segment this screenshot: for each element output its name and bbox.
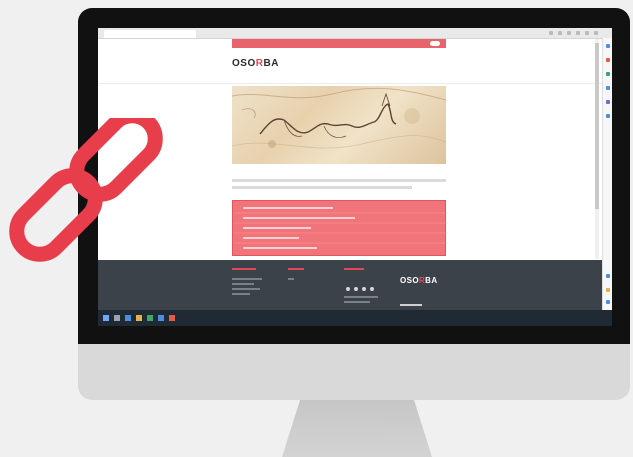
text-line: [232, 179, 446, 182]
footer-logo-text: OSO: [400, 276, 419, 285]
antique-map-illustration: [232, 87, 446, 149]
extension-icon[interactable]: [567, 31, 571, 35]
site-header: OSORBA: [218, 50, 458, 78]
browser-icon[interactable]: [169, 315, 175, 321]
instagram-icon[interactable]: [362, 287, 366, 291]
footer-text: [232, 283, 254, 285]
hero-map-image: [232, 86, 446, 164]
link-text-bar: [243, 217, 355, 219]
chain-link-upper: [69, 118, 163, 202]
side-tool-icon[interactable]: [606, 114, 610, 118]
footer-text: [232, 288, 260, 290]
link-text-bar: [243, 227, 311, 229]
text-line: [232, 186, 412, 189]
footer-logo-underline: [400, 304, 422, 306]
footer-heading-bar: [288, 268, 304, 270]
file-explorer-icon[interactable]: [136, 315, 142, 321]
footer-text: [344, 296, 378, 298]
article-body: [232, 179, 446, 193]
side-tool-icon[interactable]: [606, 300, 610, 304]
side-tool-icon[interactable]: [606, 100, 610, 104]
stage: OSORBA OSORBA: [0, 0, 633, 457]
facebook-icon[interactable]: [346, 287, 350, 291]
youtube-icon[interactable]: [370, 287, 374, 291]
related-links-box: [232, 200, 447, 256]
side-tool-icon[interactable]: [606, 58, 610, 62]
chain-links: [9, 118, 163, 262]
monitor-chin: [78, 344, 630, 400]
app-icon[interactable]: [147, 315, 153, 321]
browser-tab[interactable]: [104, 30, 196, 38]
footer-heading-bar: [232, 268, 256, 270]
header-divider: [98, 83, 612, 84]
task-view-icon[interactable]: [125, 315, 131, 321]
menu-icon[interactable]: [594, 31, 598, 35]
footer-text: [232, 293, 250, 295]
social-links: [346, 287, 374, 291]
language-toggle[interactable]: [430, 41, 440, 46]
extension-icon[interactable]: [576, 31, 580, 35]
footer-logo-tail: BA: [425, 276, 438, 285]
site-logo[interactable]: OSORBA: [232, 58, 279, 69]
link-text-bar: [243, 247, 317, 249]
site-footer: OSORBA: [98, 260, 602, 310]
chain-link-lower: [9, 168, 103, 262]
link-text-bar: [243, 207, 333, 209]
side-tool-icon[interactable]: [606, 86, 610, 90]
twitter-icon[interactable]: [354, 287, 358, 291]
side-tool-icon[interactable]: [606, 44, 610, 48]
footer-text: [344, 301, 370, 303]
footer-logo[interactable]: OSORBA: [400, 276, 438, 285]
link-text-bar: [243, 237, 299, 239]
browser-tab-bar: [98, 28, 612, 39]
link-box-placeholders: [233, 207, 447, 249]
footer-heading-bar: [344, 268, 364, 270]
monitor-screen: OSORBA OSORBA: [98, 28, 612, 326]
side-tool-icon[interactable]: [606, 72, 610, 76]
side-tool-icon[interactable]: [606, 288, 610, 292]
browser-toolbar: [549, 31, 598, 35]
windows-taskbar: [98, 310, 612, 326]
site-top-bar: [232, 39, 446, 48]
logo-text: OSO: [232, 58, 256, 69]
search-icon[interactable]: [114, 315, 120, 321]
page-scrollbar[interactable]: [595, 39, 599, 259]
article-caption: [232, 167, 332, 170]
chain-link-icon: [9, 118, 163, 262]
monitor-stand: [282, 400, 432, 457]
browser-side-toolbar: [602, 38, 612, 310]
start-icon[interactable]: [103, 315, 109, 321]
extension-icon[interactable]: [558, 31, 562, 35]
side-tool-icon[interactable]: [606, 274, 610, 278]
extension-icon[interactable]: [549, 31, 553, 35]
logo-text-tail: BA: [263, 58, 279, 69]
footer-text: [232, 278, 262, 280]
footer-text: [288, 278, 294, 280]
extension-icon[interactable]: [585, 31, 589, 35]
scrollbar-thumb[interactable]: [595, 43, 599, 209]
app-icon[interactable]: [158, 315, 164, 321]
